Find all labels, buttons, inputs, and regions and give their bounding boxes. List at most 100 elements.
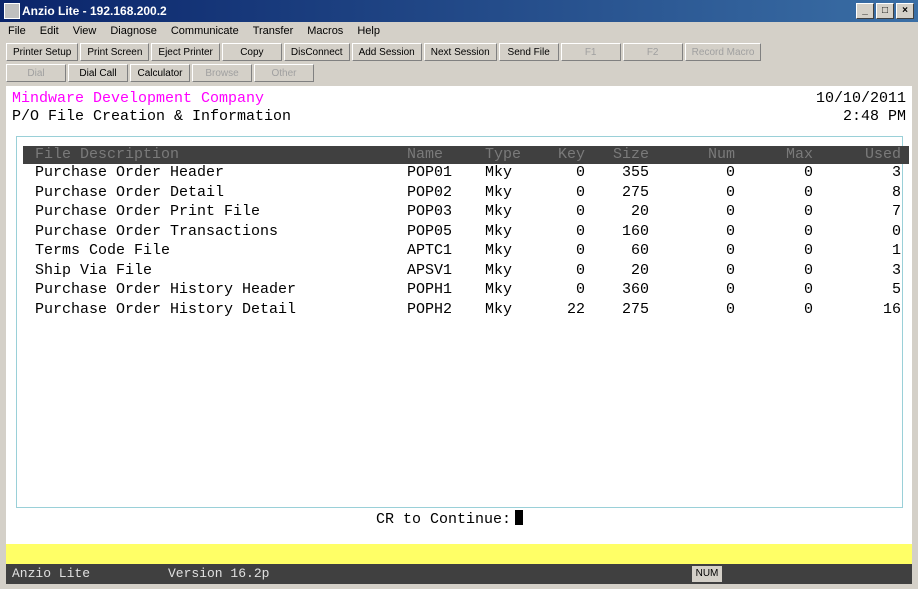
cell-size: 60 [630, 242, 649, 259]
cell-used: 8 [891, 183, 901, 201]
file-info-panel: File Description Name Type Key Size Num … [16, 136, 909, 508]
table-row: Purchase Order Detail POP02 Mky 0 275 0 0 8 [23, 184, 909, 204]
other-button[interactable]: Other [254, 64, 314, 82]
cell-desc: Purchase Order Transactions [35, 222, 279, 240]
cell-num: 0 [725, 164, 735, 181]
cell-used: 3 [891, 164, 901, 181]
next-session-button[interactable]: Next Session [423, 43, 497, 61]
status-version: Version 16.2p [168, 566, 270, 581]
text-cursor [515, 510, 524, 525]
cell-used: 1 [891, 242, 901, 259]
cell-type: Mky [485, 281, 513, 298]
maximize-button[interactable]: □ [876, 3, 894, 19]
cell-num: 0 [725, 183, 735, 201]
cell-key: 0 [575, 222, 585, 240]
copy-button[interactable]: Copy [221, 43, 282, 61]
cell-type: Mky [485, 222, 513, 240]
record-macro-button[interactable]: Record Macro [684, 43, 762, 61]
screen-title: P/O File Creation & Information [12, 108, 292, 125]
minimize-button[interactable]: _ [856, 3, 874, 19]
close-button[interactable]: × [896, 3, 914, 19]
cell-num: 0 [725, 242, 735, 259]
table-row: Purchase Order Transactions POP05 Mky 0 160 0… [23, 223, 909, 243]
table-header: File Description Name Type Key Size Num … [23, 146, 909, 164]
header-num: Num [707, 146, 735, 163]
screen-date: 10/10/2011 [815, 90, 906, 107]
dial-button[interactable]: Dial [6, 64, 66, 82]
cell-num: 0 [725, 203, 735, 220]
table-row: Purchase Order Print File POP03 Mky 0 20 0 0 7 [23, 203, 909, 223]
cell-key: 0 [575, 281, 585, 298]
dial-call-button[interactable]: Dial Call [68, 64, 128, 82]
cell-num: 0 [725, 300, 735, 318]
header-key: Key [557, 146, 585, 163]
screen-time: 2:48 PM [842, 108, 906, 125]
cell-used: 5 [891, 281, 901, 298]
header-used: Used [864, 146, 901, 163]
cell-name: POP02 [407, 183, 453, 201]
message-line [6, 544, 912, 564]
cell-size: 275 [621, 183, 649, 201]
cell-name: POPH1 [407, 281, 453, 298]
table-row: Purchase Order Header POP01 Mky 0 355 0 0 3 [23, 164, 909, 184]
cell-size: 20 [630, 203, 649, 220]
menu-communicate[interactable]: Communicate [171, 25, 239, 37]
table-row: Purchase Order History Detail POPH2 Mky 22 2… [23, 301, 909, 321]
cell-size: 160 [621, 222, 649, 240]
cell-desc: Purchase Order Print File [35, 203, 261, 220]
send-file-button[interactable]: Send File [498, 43, 559, 61]
cell-key: 0 [575, 183, 585, 201]
cell-key: 0 [575, 203, 585, 220]
cell-max: 0 [803, 203, 813, 220]
menu-bar: File Edit View Diagnose Communicate Tran… [0, 22, 918, 40]
printer-setup-button[interactable]: Printer Setup [6, 43, 79, 61]
cell-name: POP01 [407, 164, 453, 181]
cell-key: 0 [575, 242, 585, 259]
cell-desc: Purchase Order History Header [35, 281, 297, 298]
cell-type: Mky [485, 183, 513, 201]
cell-name: APSV1 [407, 261, 453, 279]
terminal-screen[interactable]: Mindware Development Company 10/10/2011 … [6, 86, 912, 564]
table-row: Purchase Order History Header POPH1 Mky 0 36… [23, 281, 909, 301]
header-description: File Description [35, 146, 180, 163]
header-size: Size [612, 146, 649, 163]
menu-view[interactable]: View [73, 25, 97, 37]
f2-button[interactable]: F2 [622, 43, 683, 61]
menu-edit[interactable]: Edit [40, 25, 59, 37]
header-max: Max [785, 146, 813, 163]
app-window: Anzio Lite - 192.168.200.2 _ □ × File Ed… [0, 0, 918, 589]
cell-desc: Purchase Order Detail [35, 183, 225, 201]
cell-size: 20 [630, 261, 649, 279]
cell-name: APTC1 [407, 242, 453, 259]
browse-button[interactable]: Browse [192, 64, 252, 82]
header-name: Name [407, 146, 444, 163]
cell-used: 7 [891, 203, 901, 220]
menu-diagnose[interactable]: Diagnose [110, 25, 156, 37]
cell-size: 360 [621, 281, 649, 298]
cell-max: 0 [803, 300, 813, 318]
cell-size: 355 [621, 164, 649, 181]
eject-printer-button[interactable]: Eject Printer [151, 43, 220, 61]
cell-max: 0 [803, 183, 813, 201]
company-name: Mindware Development Company [12, 90, 265, 107]
menu-help[interactable]: Help [357, 25, 380, 37]
toolbar-row-2: Dial Dial Call Calculator Browse Other [6, 64, 912, 84]
cell-num: 0 [725, 261, 735, 279]
disconnect-button[interactable]: DisConnect [283, 43, 350, 61]
num-lock-indicator: NUM [692, 566, 722, 582]
menu-macros[interactable]: Macros [307, 25, 343, 37]
toolbar-row-1: Printer Setup Print Screen Eject Printer… [6, 43, 912, 63]
prompt-label: CR to Continue: [376, 511, 512, 528]
print-screen-button[interactable]: Print Screen [80, 43, 150, 61]
cell-used: 16 [882, 300, 901, 318]
cell-name: POP03 [407, 203, 453, 220]
cell-type: Mky [485, 300, 513, 318]
f1-button[interactable]: F1 [560, 43, 621, 61]
cell-max: 0 [803, 164, 813, 181]
calculator-button[interactable]: Calculator [130, 64, 190, 82]
menu-transfer[interactable]: Transfer [253, 25, 294, 37]
add-session-button[interactable]: Add Session [351, 43, 422, 61]
cell-desc: Terms Code File [35, 242, 171, 259]
menu-file[interactable]: File [8, 25, 26, 37]
cell-desc: Purchase Order Header [35, 164, 225, 181]
